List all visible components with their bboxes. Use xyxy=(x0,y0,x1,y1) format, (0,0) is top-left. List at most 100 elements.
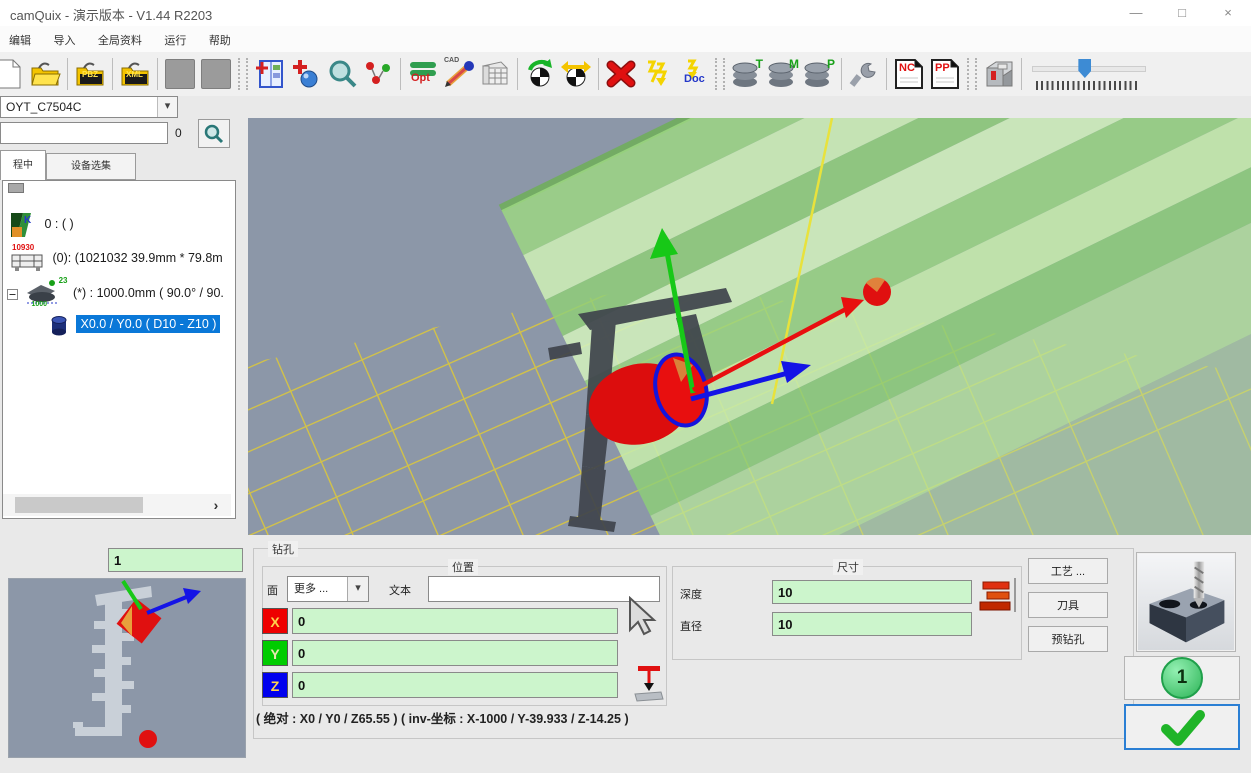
machine-icon[interactable] xyxy=(982,57,1016,91)
zoom-slider-thumb[interactable] xyxy=(1078,59,1091,78)
toolbar-separator xyxy=(598,58,599,90)
toolbar-separator xyxy=(886,58,887,90)
y-axis-button[interactable]: Y xyxy=(262,640,288,666)
coordinate-status: ( 绝对 : X0 / Y0 / Z65.55 ) ( inv-坐标 : X-1… xyxy=(256,708,629,727)
toolbar-grip xyxy=(715,58,725,90)
new-document-icon[interactable] xyxy=(0,57,26,91)
tab-in-process[interactable]: 程中 xyxy=(0,150,46,180)
drill-image-button[interactable] xyxy=(1136,552,1236,652)
tree-scrollbar-thumb[interactable] xyxy=(15,497,143,513)
z-input[interactable] xyxy=(292,672,618,698)
settings-wrench-icon[interactable] xyxy=(847,57,881,91)
x-axis-button[interactable]: X xyxy=(262,608,288,634)
tree-node-bar[interactable]: 10930 (0): (1021032 39.9mm * 79.8m xyxy=(11,245,223,273)
size-group-legend: 尺寸 xyxy=(833,559,863,575)
add-machining-panel-icon[interactable] xyxy=(253,57,287,91)
viewport-3d[interactable] xyxy=(248,118,1251,535)
predrill-button[interactable]: 预钻孔 xyxy=(1028,626,1108,652)
depth-reference-icon[interactable] xyxy=(632,664,666,707)
menu-edit[interactable]: 编辑 xyxy=(0,26,40,48)
tree-node-root[interactable]: K 0 : ( ) xyxy=(9,211,74,239)
face-label: 面 xyxy=(267,582,278,598)
depth-steps-icon[interactable] xyxy=(977,576,1019,619)
profile-select[interactable]: OYT_C7504C ▾ xyxy=(0,96,178,118)
zoom-slider[interactable] xyxy=(1032,57,1154,91)
x-input[interactable] xyxy=(292,608,618,634)
tree-horizontal-scrollbar[interactable]: › xyxy=(3,494,231,516)
workpiece-icon: K xyxy=(9,211,35,239)
placeholder-button-1[interactable] xyxy=(163,57,197,91)
stock-m-icon[interactable]: M xyxy=(766,57,800,91)
toolbar-separator xyxy=(157,58,158,90)
count-button[interactable]: 1 xyxy=(1124,656,1240,700)
menu-global-data[interactable]: 全局资料 xyxy=(89,26,151,48)
toolbar-grip xyxy=(238,58,248,90)
profile-segment-icon: 23 1000 xyxy=(25,279,65,309)
checkmark-icon xyxy=(1150,707,1214,747)
process-button[interactable]: 工艺 ... xyxy=(1028,558,1108,584)
text-label: 文本 xyxy=(389,582,411,598)
position-group-legend: 位置 xyxy=(448,559,478,575)
quick-run-icon[interactable] xyxy=(640,57,674,91)
toolbar-separator xyxy=(112,58,113,90)
menu-help[interactable]: 帮助 xyxy=(200,26,240,48)
z-axis-button[interactable]: Z xyxy=(262,672,288,698)
diameter-input[interactable] xyxy=(772,612,972,636)
tree-node-profile[interactable]: 23 1000 (*) : 1000.0mm ( 90.0° / 90. xyxy=(7,279,224,309)
cross-section-preview[interactable] xyxy=(8,578,246,758)
stock-p-icon[interactable]: P xyxy=(802,57,836,91)
menu-import[interactable]: 导入 xyxy=(44,26,84,48)
drill-hole-icon xyxy=(49,314,69,336)
maximize-button[interactable]: □ xyxy=(1159,0,1205,26)
flip-view-icon[interactable] xyxy=(559,57,593,91)
face-dropdown[interactable]: 更多 ... ▾ xyxy=(287,576,369,602)
search-icon xyxy=(203,123,225,145)
chevron-down-icon[interactable]: ▾ xyxy=(157,97,177,117)
tool-button[interactable]: 刀具 xyxy=(1028,592,1108,618)
diameter-label: 直径 xyxy=(680,618,702,634)
open-pbz-icon[interactable]: PBZ xyxy=(73,57,107,91)
pp-export-icon[interactable]: PP xyxy=(928,57,962,91)
y-input[interactable] xyxy=(292,640,618,666)
origin-dot xyxy=(139,730,157,748)
add-point-icon[interactable] xyxy=(289,57,323,91)
collapse-icon[interactable] xyxy=(7,289,18,300)
mouse-cursor xyxy=(626,596,660,643)
doc-run-icon[interactable]: Doc xyxy=(676,57,710,91)
confirm-button[interactable] xyxy=(1124,704,1240,750)
open-xml-icon[interactable]: XML xyxy=(118,57,152,91)
nc-export-icon[interactable]: NC xyxy=(892,57,926,91)
stock-t-icon[interactable]: T xyxy=(730,57,764,91)
minimize-button[interactable]: — xyxy=(1113,0,1159,26)
cad-edit-icon[interactable]: CAD xyxy=(442,57,476,91)
depth-input[interactable] xyxy=(772,580,972,604)
optimize-points-icon[interactable] xyxy=(361,57,395,91)
grid-view-icon[interactable] xyxy=(478,57,512,91)
scroll-right-arrow[interactable]: › xyxy=(205,494,227,516)
rotate-view-icon[interactable] xyxy=(523,57,557,91)
tab-device-set[interactable]: 设备选集 xyxy=(46,153,136,180)
toolbar-separator xyxy=(400,58,401,90)
optimize-icon[interactable]: Opt xyxy=(406,57,440,91)
preview-z-axis xyxy=(147,596,189,613)
delete-icon[interactable] xyxy=(604,57,638,91)
tree-node-drill-selected[interactable]: X0.0 / Y0.0 ( D10 - Z10 ) xyxy=(49,314,220,336)
title-bar: camQuix - 演示版本 - V1.44 R2203 — □ × xyxy=(0,0,1251,27)
search-input[interactable] xyxy=(0,122,168,144)
open-folder-icon[interactable] xyxy=(28,57,62,91)
zoom-slider-ticks xyxy=(1036,81,1140,90)
close-button[interactable]: × xyxy=(1205,0,1251,26)
placeholder-button-2[interactable] xyxy=(199,57,233,91)
bar-stock-icon: 10930 xyxy=(11,245,45,273)
zoom-search-icon[interactable] xyxy=(325,57,359,91)
viewport-scene xyxy=(248,118,1251,535)
depth-label: 深度 xyxy=(680,586,702,602)
chevron-down-icon[interactable]: ▾ xyxy=(347,577,368,601)
tree-node-clipped-icon xyxy=(8,183,24,193)
search-button[interactable] xyxy=(198,119,230,148)
preview-index-field[interactable] xyxy=(108,548,243,572)
menu-bar: 编辑 导入 全局资料 运行 帮助 xyxy=(0,26,1251,53)
menu-run[interactable]: 运行 xyxy=(155,26,195,48)
cross-section-scene xyxy=(9,579,245,757)
toolbar-separator xyxy=(517,58,518,90)
